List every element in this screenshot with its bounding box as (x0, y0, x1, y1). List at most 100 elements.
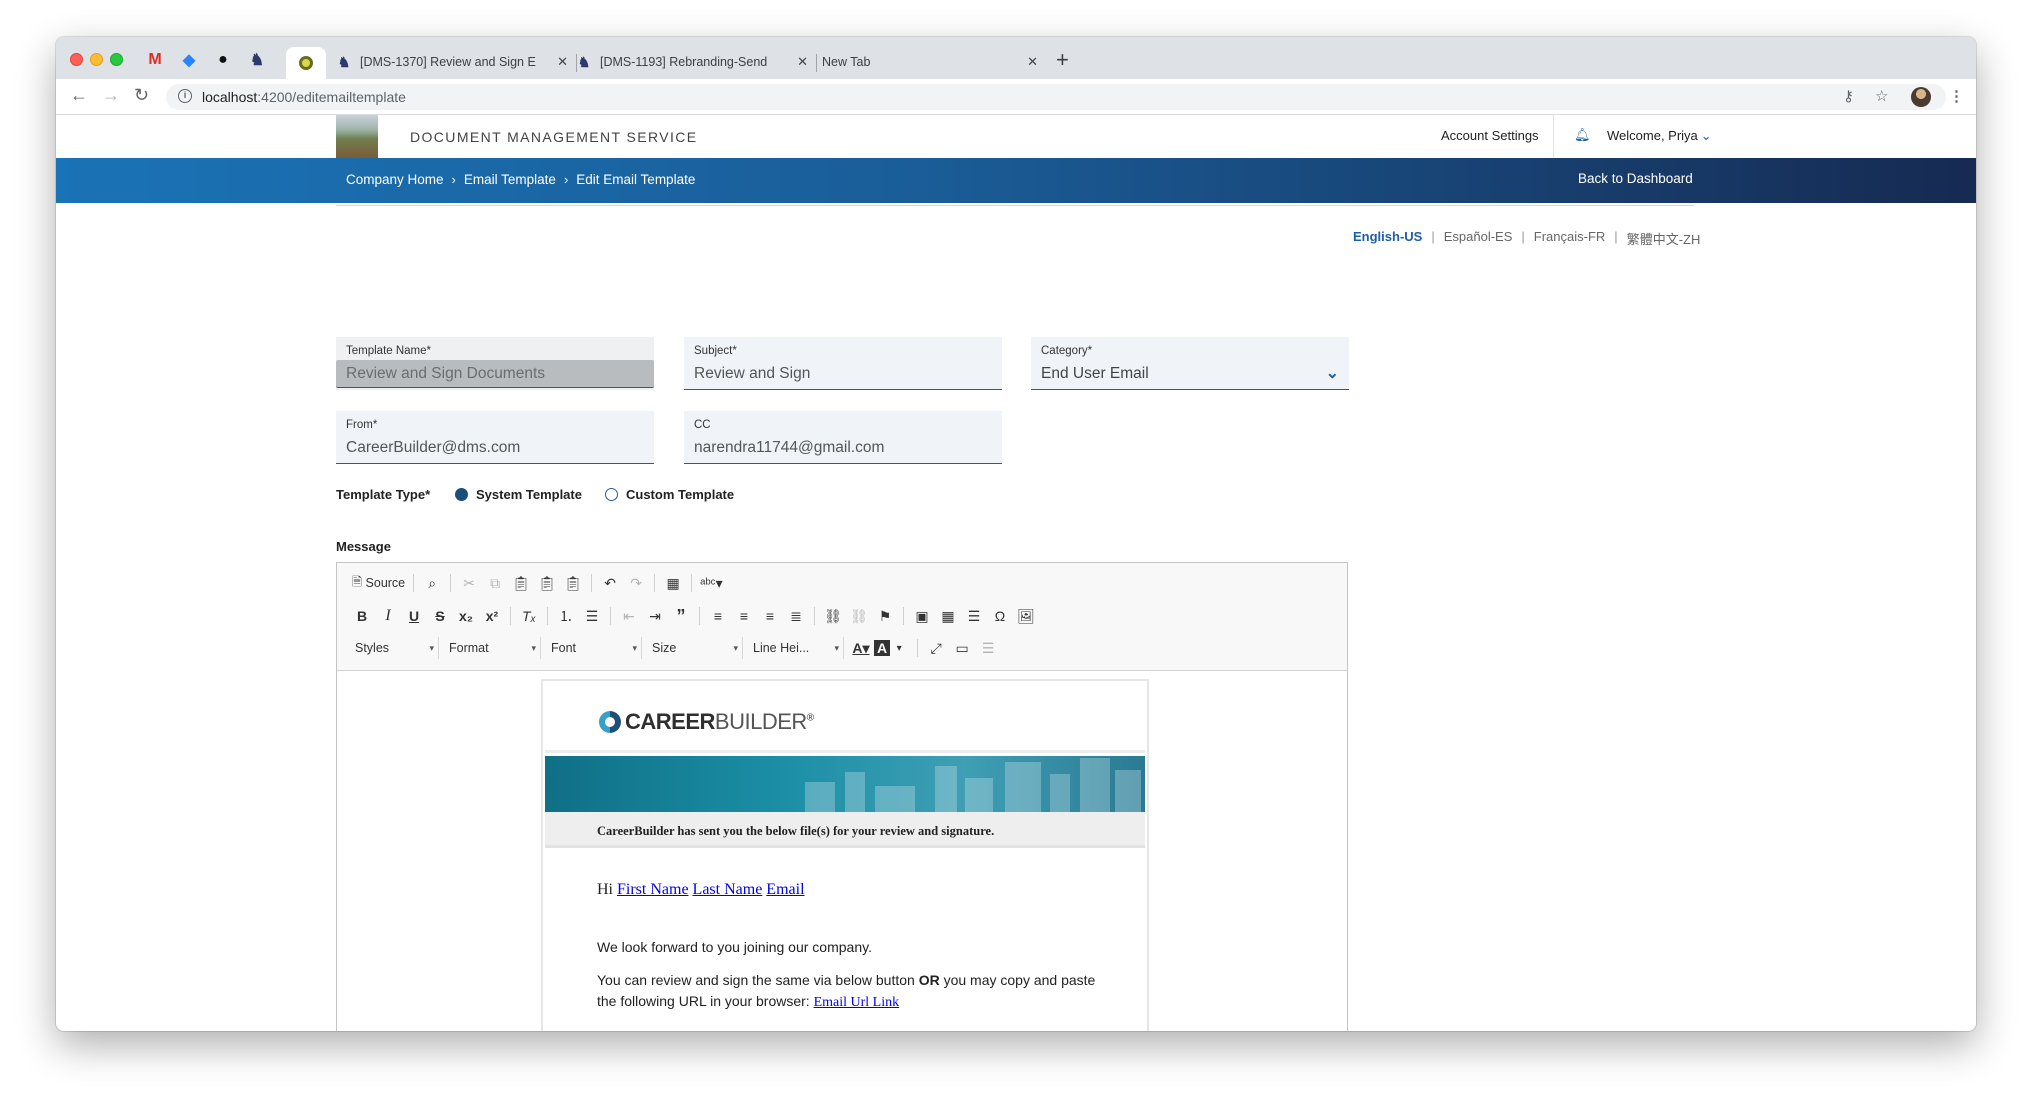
github-pinned-tab-icon[interactable]: ● (210, 47, 236, 73)
cc-field[interactable]: CC narendra11744@gmail.com (684, 411, 1002, 464)
spellcheck-icon[interactable]: ᵃᵇᶜ▾ (697, 571, 725, 595)
numbered-list-icon[interactable]: ⒈ (553, 604, 579, 628)
size-combo[interactable]: Size ▾ (646, 637, 743, 659)
radio-unselected-icon[interactable] (605, 488, 618, 501)
tab-dms-1370[interactable]: ♞ [DMS-1370] Review and Sign E ✕ (336, 45, 577, 79)
from-value[interactable]: CareerBuilder@dms.com (346, 439, 520, 457)
paragraph-icon[interactable]: ☰ (975, 636, 1001, 660)
lang-espanol-es[interactable]: Español-ES (1444, 229, 1513, 248)
anchor-flag-icon[interactable]: ⚑ (872, 604, 898, 628)
close-window-button[interactable] (70, 53, 83, 66)
subject-value[interactable]: Review and Sign (694, 365, 810, 383)
template-name-field: Template Name* Review and Sign Documents (336, 337, 654, 390)
bell-icon[interactable]: 🔔︎ (1574, 127, 1591, 143)
lang-francais-fr[interactable]: Français-FR (1534, 229, 1606, 248)
bg-color-caret-icon[interactable]: ▾ (886, 636, 912, 660)
forward-arrow-icon[interactable]: → (102, 85, 120, 106)
lang-chinese-zh[interactable]: 繁體中文-ZH (1627, 229, 1701, 248)
email-url-link[interactable]: Email Url Link (814, 995, 900, 1010)
minimize-window-button[interactable] (90, 53, 103, 66)
italic-icon[interactable]: I (375, 604, 401, 628)
find-replace-icon[interactable]: ▦ (660, 571, 686, 595)
underline-icon[interactable]: U (401, 604, 427, 628)
format-combo[interactable]: Format ▾ (443, 637, 541, 659)
breadcrumb-company-home[interactable]: Company Home (346, 172, 444, 187)
source-button[interactable]: 🗎︎ Source (349, 571, 408, 595)
back-to-dashboard-link[interactable]: Back to Dashboard (1578, 171, 1693, 186)
paste-text-icon[interactable]: 📋︎ (534, 571, 560, 595)
close-tab-icon[interactable]: ✕ (1027, 54, 1038, 70)
table-icon[interactable]: ▦ (935, 604, 961, 628)
link-icon[interactable]: ⛓ (820, 604, 846, 628)
account-settings-link[interactable]: Account Settings (1441, 128, 1539, 143)
justify-icon[interactable]: ≣ (783, 604, 809, 628)
align-center-icon[interactable]: ≡ (731, 604, 757, 628)
blockquote-icon[interactable]: ” (668, 604, 694, 628)
jira-pinned-tab-icon[interactable]: ◆ (176, 47, 202, 73)
cut-icon[interactable]: ✂ (456, 571, 482, 595)
star-bookmark-icon[interactable]: ☆ (1875, 87, 1888, 105)
subject-field[interactable]: Subject* Review and Sign (684, 337, 1002, 390)
maximize-window-button[interactable] (110, 53, 123, 66)
radio-system-template[interactable]: System Template (455, 487, 582, 502)
styles-combo[interactable]: Styles ▾ (349, 637, 439, 659)
strikethrough-icon[interactable]: S (427, 604, 453, 628)
align-right-icon[interactable]: ≡ (757, 604, 783, 628)
lang-english-us[interactable]: English-US (1353, 229, 1422, 248)
tab-dms-1193[interactable]: ♞ [DMS-1193] Rebranding-Send ✕ (576, 45, 817, 79)
breadcrumb-email-template[interactable]: Email Template (464, 172, 556, 187)
line-height-combo[interactable]: Line Hei... ▾ (747, 637, 844, 659)
site-info-icon[interactable]: i (178, 89, 192, 103)
insert-image-icon[interactable]: 🖼︎ (1013, 604, 1039, 628)
outdent-icon[interactable]: ⇤ (616, 604, 642, 628)
reload-icon[interactable]: ↻ (134, 85, 149, 106)
tab-new-tab[interactable]: New Tab ✕ (816, 45, 1046, 79)
align-left-icon[interactable]: ≡ (705, 604, 731, 628)
special-char-omega-icon[interactable]: Ω (987, 604, 1013, 628)
user-menu[interactable]: Welcome, Priya ⌄ (1607, 128, 1712, 144)
remove-format-icon[interactable]: Tₓ (516, 604, 542, 628)
superscript-icon[interactable]: x² (479, 604, 505, 628)
font-combo[interactable]: Font ▾ (545, 637, 642, 659)
show-blocks-icon[interactable]: ▭ (949, 636, 975, 660)
copy-icon[interactable]: ⧉ (482, 571, 508, 595)
email-placeholder-link[interactable]: Email (766, 881, 804, 898)
new-tab-plus-icon[interactable]: + (1056, 47, 1069, 73)
back-arrow-icon[interactable]: ← (70, 85, 88, 106)
active-pinned-tab-icon[interactable] (286, 47, 326, 79)
maximize-icon[interactable]: ⤢ (923, 636, 949, 660)
bold-icon[interactable]: B (349, 604, 375, 628)
last-name-placeholder-link[interactable]: Last Name (693, 881, 763, 898)
text-color-icon[interactable]: A▾ (848, 636, 874, 660)
bulleted-list-icon[interactable]: ☰ (579, 604, 605, 628)
gmail-pinned-tab-icon[interactable]: M (142, 47, 168, 73)
paste-word-icon[interactable]: 📋︎ (560, 571, 586, 595)
preview-icon[interactable]: ⌕ (419, 571, 445, 595)
address-bar[interactable]: i localhost:4200/editemailtemplate (166, 84, 1946, 110)
app-pinned-tab-icon[interactable]: ♞ (244, 47, 270, 73)
category-select[interactable]: Category* End User Email ⌄ (1031, 337, 1349, 390)
cc-value[interactable]: narendra11744@gmail.com (694, 439, 884, 457)
first-name-placeholder-link[interactable]: First Name (617, 881, 689, 898)
close-tab-icon[interactable]: ✕ (557, 54, 568, 70)
radio-selected-icon[interactable] (455, 488, 468, 501)
indent-icon[interactable]: ⇥ (642, 604, 668, 628)
chevron-down-icon[interactable]: ⌄ (1326, 363, 1339, 383)
paste-icon[interactable]: 📋︎ (508, 571, 534, 595)
undo-icon[interactable]: ↶ (597, 571, 623, 595)
company-logo[interactable] (336, 115, 378, 158)
redo-icon[interactable]: ↷ (623, 571, 649, 595)
unlink-icon[interactable]: ⛓ (846, 604, 872, 628)
image-button-icon[interactable]: ▣ (909, 604, 935, 628)
breadcrumb-bar: Company Home › Email Template › Edit Ema… (56, 158, 1976, 203)
key-icon[interactable]: ⚷ (1843, 87, 1854, 105)
editor-content-area[interactable]: CAREERBUILDER® CareerBuilder has sent yo… (337, 671, 1347, 1031)
subscript-icon[interactable]: x₂ (453, 604, 479, 628)
close-tab-icon[interactable]: ✕ (797, 54, 808, 70)
category-value[interactable]: End User Email (1041, 365, 1149, 383)
profile-avatar[interactable] (1911, 87, 1931, 107)
radio-custom-template[interactable]: Custom Template (605, 487, 734, 502)
horizontal-line-icon[interactable]: ☰ (961, 604, 987, 628)
kebab-menu-icon[interactable]: ⋮ (1949, 87, 1964, 105)
from-field[interactable]: From* CareerBuilder@dms.com (336, 411, 654, 464)
